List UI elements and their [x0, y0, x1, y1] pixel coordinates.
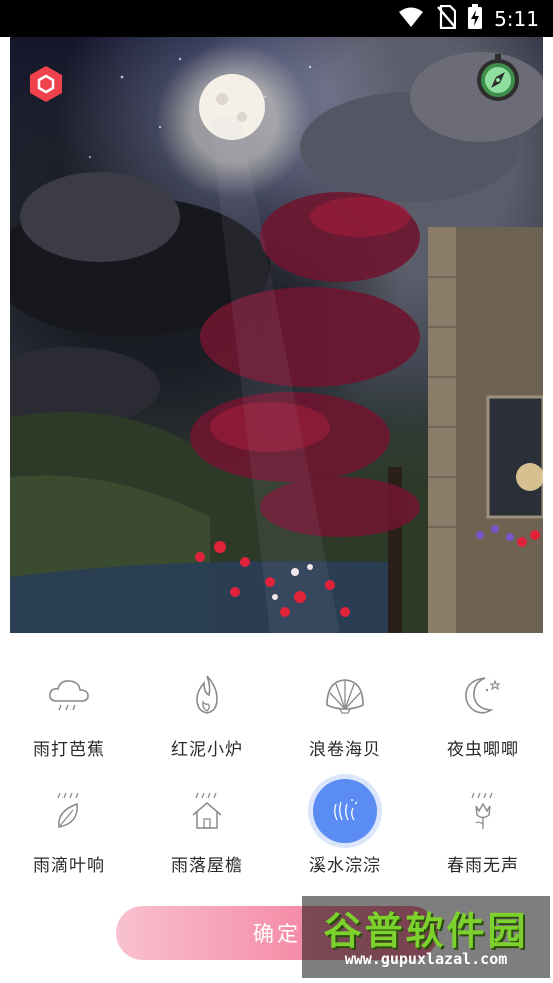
rain-flower-icon [451, 779, 515, 843]
status-icons: 5:11 [398, 4, 539, 33]
rain-leaf-icon [37, 779, 101, 843]
sound-label: 雨落屋檐 [171, 856, 243, 876]
seashell-icon [313, 663, 377, 727]
status-time: 5:11 [494, 6, 539, 31]
sound-label: 夜虫唧唧 [447, 740, 519, 760]
sound-label: 浪卷海贝 [309, 740, 381, 760]
status-bar: 5:11 [0, 0, 553, 37]
watermark-title: 谷普软件园 [323, 909, 529, 953]
wifi-icon [398, 6, 424, 32]
hexagon-icon [27, 66, 65, 107]
no-sim-icon [436, 4, 457, 33]
sound-label: 雨打芭蕉 [33, 740, 105, 760]
stream-icon [313, 779, 377, 843]
watermark: 谷普软件园 www.gupuxlazal.com [302, 896, 550, 978]
rain-cloud-icon [37, 663, 101, 727]
compass-icon [474, 54, 522, 106]
wallpaper-preview [10, 37, 543, 633]
rain-house-icon [175, 779, 239, 843]
flame-icon [175, 663, 239, 727]
battery-charging-icon [468, 4, 483, 33]
sound-label: 春雨无声 [447, 856, 519, 876]
night-scene-illustration [10, 52, 543, 633]
sound-label: 红泥小炉 [171, 740, 243, 760]
hexagon-menu-button[interactable] [27, 65, 65, 103]
compass-button[interactable] [474, 54, 522, 102]
sound-label: 溪水淙淙 [309, 856, 381, 876]
crescent-moon-icon [451, 663, 515, 727]
sound-label: 雨滴叶响 [33, 856, 105, 876]
watermark-url: www.gupuxlazal.com [344, 950, 508, 968]
